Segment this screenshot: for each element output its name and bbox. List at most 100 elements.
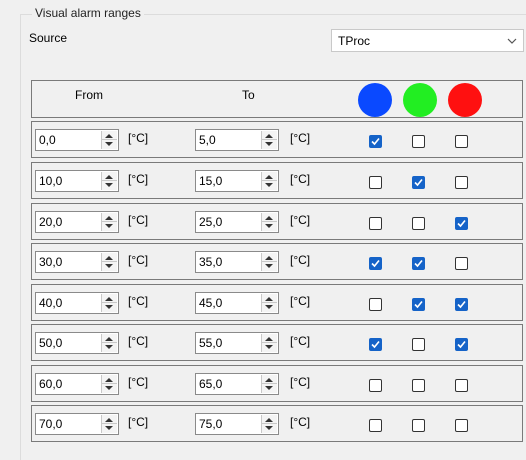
- spin-up-icon[interactable]: [265, 378, 273, 382]
- to-spinner[interactable]: 5,0: [195, 129, 279, 151]
- red-checkbox[interactable]: [455, 217, 468, 230]
- from-spinner[interactable]: 50,0: [35, 332, 119, 354]
- blue-checkbox[interactable]: [369, 298, 382, 311]
- spin-buttons[interactable]: [261, 213, 277, 231]
- spin-up-icon[interactable]: [105, 175, 113, 179]
- spin-up-icon[interactable]: [265, 337, 273, 341]
- spin-buttons[interactable]: [261, 131, 277, 149]
- spin-buttons[interactable]: [101, 253, 117, 271]
- blue-checkbox[interactable]: [369, 257, 382, 270]
- spin-up-icon[interactable]: [265, 256, 273, 260]
- spin-down-icon[interactable]: [265, 264, 273, 268]
- green-checkbox[interactable]: [412, 257, 425, 270]
- from-spinner[interactable]: 10,0: [35, 170, 119, 192]
- blue-checkbox[interactable]: [369, 135, 382, 148]
- spin-up-icon[interactable]: [105, 256, 113, 260]
- red-checkbox[interactable]: [455, 419, 468, 432]
- spin-buttons[interactable]: [101, 415, 117, 433]
- range-row: 60,0 [°C] 65,0 [°C]: [31, 365, 523, 402]
- blue-checkbox[interactable]: [369, 217, 382, 230]
- spin-buttons[interactable]: [261, 334, 277, 352]
- green-checkbox[interactable]: [412, 338, 425, 351]
- green-checkbox[interactable]: [412, 176, 425, 189]
- group-title: Visual alarm ranges: [32, 6, 144, 20]
- from-spinner[interactable]: 60,0: [35, 373, 119, 395]
- spin-down-icon[interactable]: [105, 264, 113, 268]
- spin-buttons[interactable]: [101, 131, 117, 149]
- spin-up-icon[interactable]: [265, 175, 273, 179]
- spin-down-icon[interactable]: [265, 386, 273, 390]
- spin-up-icon[interactable]: [105, 378, 113, 382]
- from-spinner[interactable]: 0,0: [35, 129, 119, 151]
- spin-down-icon[interactable]: [265, 142, 273, 146]
- spin-down-icon[interactable]: [265, 305, 273, 309]
- from-spinner[interactable]: 20,0: [35, 211, 119, 233]
- spin-buttons[interactable]: [101, 334, 117, 352]
- to-spinner-value: 45,0: [199, 296, 223, 310]
- green-checkbox[interactable]: [412, 379, 425, 392]
- source-select[interactable]: TProc: [331, 29, 524, 52]
- spin-buttons[interactable]: [261, 294, 277, 312]
- spin-up-icon[interactable]: [105, 297, 113, 301]
- green-checkbox[interactable]: [412, 135, 425, 148]
- spin-down-icon[interactable]: [265, 426, 273, 430]
- red-checkbox[interactable]: [455, 176, 468, 189]
- spin-buttons[interactable]: [101, 375, 117, 393]
- spin-buttons[interactable]: [261, 375, 277, 393]
- to-unit-label: [°C]: [290, 131, 311, 145]
- from-spinner[interactable]: 40,0: [35, 292, 119, 314]
- red-checkbox[interactable]: [455, 135, 468, 148]
- spin-down-icon[interactable]: [265, 345, 273, 349]
- spin-down-icon[interactable]: [105, 224, 113, 228]
- spin-down-icon[interactable]: [265, 183, 273, 187]
- spin-down-icon[interactable]: [105, 386, 113, 390]
- spin-up-icon[interactable]: [265, 216, 273, 220]
- range-row: 50,0 [°C] 55,0 [°C]: [31, 324, 523, 361]
- spin-buttons[interactable]: [261, 253, 277, 271]
- spin-buttons[interactable]: [101, 213, 117, 231]
- spin-down-icon[interactable]: [105, 183, 113, 187]
- from-spinner-value: 20,0: [39, 215, 63, 229]
- blue-checkbox[interactable]: [369, 176, 382, 189]
- spin-up-icon[interactable]: [105, 216, 113, 220]
- from-spinner-value: 30,0: [39, 255, 63, 269]
- to-spinner[interactable]: 25,0: [195, 211, 279, 233]
- from-spinner[interactable]: 70,0: [35, 413, 119, 435]
- spin-down-icon[interactable]: [105, 345, 113, 349]
- to-spinner[interactable]: 75,0: [195, 413, 279, 435]
- spin-down-icon[interactable]: [105, 305, 113, 309]
- green-checkbox[interactable]: [412, 217, 425, 230]
- from-spinner-value: 70,0: [39, 417, 63, 431]
- blue-checkbox[interactable]: [369, 419, 382, 432]
- spin-up-icon[interactable]: [105, 134, 113, 138]
- green-checkbox[interactable]: [412, 419, 425, 432]
- from-spinner[interactable]: 30,0: [35, 251, 119, 273]
- spin-up-icon[interactable]: [265, 134, 273, 138]
- spin-down-icon[interactable]: [265, 224, 273, 228]
- spin-buttons[interactable]: [261, 415, 277, 433]
- spin-up-icon[interactable]: [105, 337, 113, 341]
- to-spinner[interactable]: 15,0: [195, 170, 279, 192]
- blue-checkbox[interactable]: [369, 338, 382, 351]
- spin-up-icon[interactable]: [265, 418, 273, 422]
- spin-buttons[interactable]: [261, 172, 277, 190]
- spin-up-icon[interactable]: [265, 297, 273, 301]
- green-checkbox[interactable]: [412, 298, 425, 311]
- red-checkbox[interactable]: [455, 338, 468, 351]
- spin-buttons[interactable]: [101, 294, 117, 312]
- to-spinner[interactable]: 65,0: [195, 373, 279, 395]
- to-spinner[interactable]: 45,0: [195, 292, 279, 314]
- spin-buttons[interactable]: [101, 172, 117, 190]
- red-checkbox[interactable]: [455, 257, 468, 270]
- spin-down-icon[interactable]: [105, 142, 113, 146]
- to-spinner[interactable]: 55,0: [195, 332, 279, 354]
- spin-down-icon[interactable]: [105, 426, 113, 430]
- red-checkbox[interactable]: [455, 379, 468, 392]
- range-row: 40,0 [°C] 45,0 [°C]: [31, 284, 523, 321]
- range-row: 0,0 [°C] 5,0 [°C]: [31, 121, 523, 158]
- blue-checkbox[interactable]: [369, 379, 382, 392]
- red-checkbox[interactable]: [455, 298, 468, 311]
- to-spinner[interactable]: 35,0: [195, 251, 279, 273]
- from-column-label: From: [75, 88, 103, 102]
- spin-up-icon[interactable]: [105, 418, 113, 422]
